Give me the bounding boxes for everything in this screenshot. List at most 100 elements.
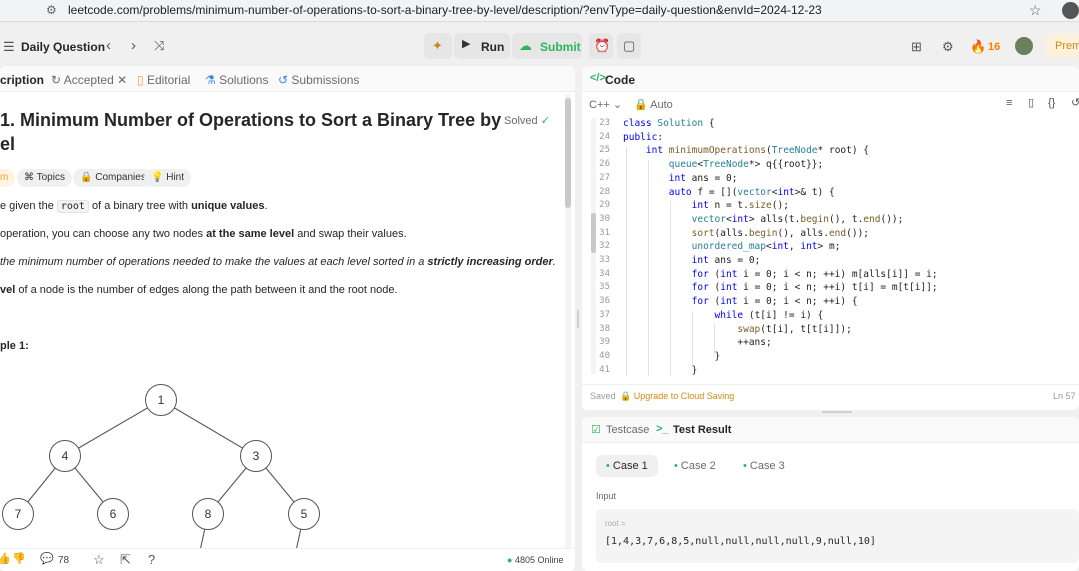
line-number: 24 xyxy=(599,131,610,142)
lock-icon: 🔒 xyxy=(634,99,648,111)
braces-icon[interactable]: {} xyxy=(1048,98,1055,109)
description-scrollbar[interactable] xyxy=(565,94,571,554)
editor-scrollbar[interactable] xyxy=(591,118,596,374)
run-label: Run xyxy=(481,40,505,54)
tab-submissions[interactable]: ↺ Submissions xyxy=(278,73,359,87)
flask-icon: ⚗ xyxy=(205,73,220,87)
companies-chip[interactable]: 🔒 Companies xyxy=(73,169,153,187)
comment-count[interactable]: 78 xyxy=(58,555,69,566)
url-text[interactable]: leetcode.com/problems/minimum-number-of-… xyxy=(68,3,822,17)
bookmark-icon[interactable]: ▯ xyxy=(1028,98,1034,109)
online-label: 4805 Online xyxy=(514,555,564,565)
code-line: auto f = [](vector<int>& t) { xyxy=(668,186,835,198)
bookmark-star-icon[interactable]: ☆ xyxy=(1029,2,1042,19)
browser-profile-avatar[interactable] xyxy=(1062,2,1079,19)
tree-edges xyxy=(17,399,305,551)
input-var-name: root = xyxy=(605,519,626,528)
settings-gear-icon[interactable]: ⚙ xyxy=(942,40,954,53)
format-icon[interactable]: ≡ xyxy=(1006,98,1012,109)
auto-mode[interactable]: 🔒 Auto xyxy=(634,98,673,111)
submit-button[interactable]: ☁ Submit xyxy=(512,33,582,59)
code-brackets-icon: </> xyxy=(590,72,606,84)
code-line: swap(t[i], t[t[i]]); xyxy=(737,323,852,335)
line-number: 34 xyxy=(599,268,610,279)
timer-button[interactable]: ⏰ xyxy=(589,33,613,59)
code-line: sort(alls.begin(), alls.end()); xyxy=(691,227,870,239)
code-editor[interactable]: 23 class Solution {24 public: 25 int minimu… xyxy=(582,116,1079,378)
line-number: 26 xyxy=(599,159,610,170)
saved-status: Saved xyxy=(590,391,616,401)
book-icon: ▯ xyxy=(137,73,147,87)
tab-accepted[interactable]: ↻ Accepted ✕ xyxy=(51,73,127,87)
case-2-tab[interactable]: • Case 2 xyxy=(674,460,716,472)
streak-count[interactable]: 16 xyxy=(988,41,1000,53)
input-box: root = [1,4,3,7,6,8,5,null,null,null,nul… xyxy=(596,509,1079,563)
terminal-icon: >_ xyxy=(656,423,669,435)
language-select[interactable]: C++ ⌄ xyxy=(589,98,622,111)
site-settings-icon[interactable]: ⚙ xyxy=(46,3,57,17)
upgrade-label: Upgrade to Cloud Saving xyxy=(633,391,735,401)
list-icon[interactable]: ☰ xyxy=(3,40,15,53)
line-number: 31 xyxy=(599,227,610,238)
debug-button[interactable]: ✦ xyxy=(424,33,452,59)
run-button[interactable]: ▶ Run xyxy=(454,33,510,59)
shuffle-icon[interactable]: ⤨ xyxy=(154,39,164,52)
hint-chip[interactable]: 💡 Hint xyxy=(144,169,192,187)
layout-icon[interactable]: ⊞ xyxy=(911,40,922,53)
p4-bold: vel xyxy=(0,284,16,296)
daily-question-link[interactable]: Daily Question xyxy=(21,40,105,54)
code-line: vector<int> alls(t.begin(), t.end()); xyxy=(691,213,904,225)
help-icon[interactable]: ? xyxy=(148,553,155,566)
code-line: queue<TreeNode*> q{{root}}; xyxy=(668,159,824,171)
case-3-tab[interactable]: • Case 3 xyxy=(743,460,785,472)
horizontal-resize-handle[interactable] xyxy=(822,411,852,413)
tab-description[interactable]: cription xyxy=(0,73,44,87)
line-number: 40 xyxy=(599,350,610,361)
prev-problem-icon[interactable]: ‹ xyxy=(106,38,111,53)
favorite-star-icon[interactable]: ☆ xyxy=(93,553,105,566)
paragraph-2: operation, you can choose any two nodes … xyxy=(0,228,407,240)
notes-button[interactable]: ▢ xyxy=(617,33,641,59)
scrollbar-thumb[interactable] xyxy=(565,98,571,208)
user-avatar[interactable] xyxy=(1015,37,1033,55)
p4-text: of a node is the number of edges along t… xyxy=(15,284,398,296)
lock-icon: 🔒 xyxy=(620,391,632,401)
p3-text-b: . xyxy=(552,256,556,268)
p3-bold: strictly increasing order xyxy=(427,256,553,268)
editor-scrollbar-thumb[interactable] xyxy=(591,213,596,253)
share-icon[interactable]: ⇱ xyxy=(120,553,131,566)
history-icon: ↺ xyxy=(278,73,292,87)
tab-testcase[interactable]: Testcase xyxy=(606,424,649,436)
test-panel: ☑ Testcase >_ Test Result • Case 1 • Cas… xyxy=(582,417,1079,571)
tab-solutions[interactable]: ⚗ Solutions xyxy=(205,73,268,87)
lightbulb-icon: 💡 xyxy=(151,172,167,183)
note-icon: ▢ xyxy=(623,38,636,53)
tag-icon: ⌘ xyxy=(24,172,37,183)
thumbs-up-icon[interactable]: 👍 xyxy=(0,554,11,565)
next-problem-icon[interactable]: › xyxy=(131,38,136,53)
topics-chip[interactable]: ⌘ Topics xyxy=(17,169,72,187)
alarm-icon: ⏰ xyxy=(594,38,611,53)
check-circle-icon: ✓ xyxy=(540,115,550,127)
tree-node: 3 xyxy=(240,440,272,472)
case-1-tab[interactable]: • Case 1 xyxy=(596,455,658,477)
tree-node: 5 xyxy=(288,498,320,530)
case-1-label: • Case 1 xyxy=(606,460,648,472)
line-number: 37 xyxy=(599,309,610,320)
vertical-resize-handle[interactable] xyxy=(577,310,579,328)
code-tab-title[interactable]: Code xyxy=(605,73,635,87)
thumbs-down-icon[interactable]: 👎 xyxy=(12,554,26,565)
case-2-text: Case 2 xyxy=(680,460,716,472)
reset-icon[interactable]: ↺ xyxy=(1071,98,1079,109)
premium-button[interactable]: Prem xyxy=(1045,34,1079,58)
difficulty-chip[interactable]: m xyxy=(0,169,16,187)
tab-test-result[interactable]: Test Result xyxy=(673,424,731,436)
upgrade-cloud-link[interactable]: 🔒 Upgrade to Cloud Saving xyxy=(620,391,734,402)
pass-dot-icon: • xyxy=(743,460,750,472)
tab-editorial-label: Editorial xyxy=(146,73,191,87)
tree-node: 1 xyxy=(145,384,177,416)
comment-icon[interactable]: 💬 xyxy=(40,554,54,565)
tab-submissions-label: Submissions xyxy=(291,73,360,87)
tab-editorial[interactable]: ▯ Editorial xyxy=(137,73,190,87)
close-icon[interactable]: ✕ xyxy=(117,73,127,87)
